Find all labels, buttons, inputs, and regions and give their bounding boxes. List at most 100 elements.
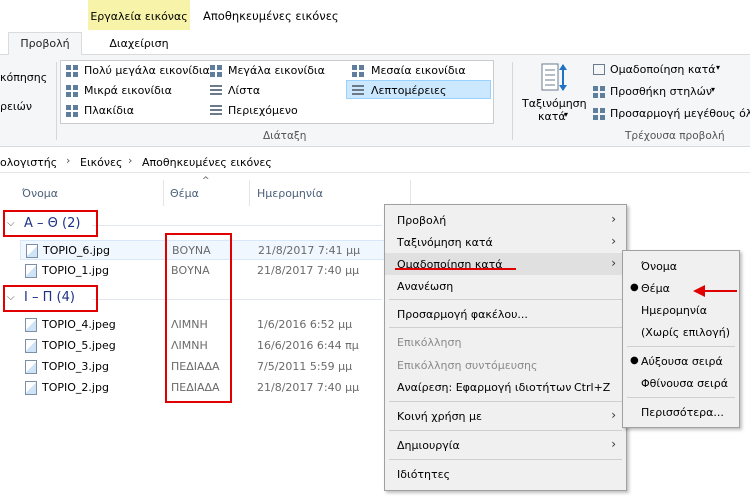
annotation-box-subject (165, 233, 232, 403)
add-columns-icon (593, 86, 607, 98)
submenu-arrow-icon: › (611, 212, 616, 226)
menu-item-new[interactable]: Δημιουργία › (385, 434, 626, 456)
view-small-icons[interactable]: Μικρά εικονίδια (84, 84, 172, 97)
window-title: Αποθηκευμένες εικόνες (203, 9, 339, 23)
file-date: 21/8/2017 7:40 μμ (257, 264, 360, 277)
file-date: 7/5/2011 5:59 μμ (257, 360, 353, 373)
menu-item-refresh[interactable]: Ανανέωση (385, 275, 626, 297)
menu-separator (389, 430, 622, 431)
submenu-item-descending[interactable]: Φθίνουσα σειρά (623, 372, 739, 394)
extra-large-icons-icon (66, 65, 80, 77)
menu-item-sort-by[interactable]: Ταξινόμηση κατά › (385, 231, 626, 253)
submenu-item-ascending[interactable]: ● Αύξουσα σειρά (623, 350, 739, 372)
ribbon-divider (56, 62, 57, 140)
tab-view[interactable]: Προβολή (8, 32, 82, 56)
group-by-submenu: Όνομα ● Θέμα Ημερομηνία (Χωρίς επιλογή) ●… (622, 250, 740, 428)
submenu-item-more[interactable]: Περισσότερα... (623, 401, 739, 423)
submenu-arrow-icon: › (611, 234, 616, 248)
submenu-item-none[interactable]: (Χωρίς επιλογή) (623, 321, 739, 343)
menu-separator (627, 346, 735, 347)
context-menu: Προβολή › Ταξινόμηση κατά › Ομαδοποίηση κα… (384, 204, 627, 491)
column-divider[interactable] (249, 180, 250, 206)
file-date: 21/8/2017 7:40 μμ (257, 381, 360, 394)
sort-by-button-line2[interactable]: κατά (538, 110, 566, 123)
medium-icons-icon (352, 65, 366, 77)
file-name: TOPIO_4.jpeg (42, 318, 116, 331)
submenu-arrow-icon: › (611, 408, 616, 422)
ribbon-divider (512, 62, 513, 140)
menu-separator (389, 401, 622, 402)
annotation-box-group2 (3, 285, 98, 312)
image-file-icon (25, 318, 37, 332)
breadcrumb-pictures[interactable]: Εικόνες (80, 156, 122, 169)
annotation-arrow-icon (693, 285, 737, 297)
view-extra-large-icons[interactable]: Πολύ μεγάλα εικονίδια (84, 64, 210, 77)
group-divider-line (92, 299, 382, 300)
menu-item-paste-shortcut[interactable]: Επικόλληση συντόμευσης (385, 354, 626, 376)
tab-manage[interactable]: Διαχείριση (88, 34, 190, 55)
column-header-date[interactable]: Ημερομηνία (257, 187, 323, 200)
column-divider[interactable] (410, 180, 411, 206)
dropdown-arrow-icon: ▾ (716, 63, 721, 72)
ribbon-cut-label-2: ρειών (0, 100, 33, 113)
file-name: TOPIO_1.jpg (42, 264, 109, 277)
tiles-icon (66, 105, 80, 117)
sort-by-button[interactable]: Ταξινόμηση (522, 97, 587, 110)
view-tiles[interactable]: Πλακίδια (84, 104, 134, 117)
menu-item-group-by[interactable]: Ομαδοποίηση κατά › (385, 253, 626, 275)
breadcrumb-chevron-icon: › (66, 154, 71, 167)
menu-item-undo[interactable]: Αναίρεση: Εφαρμογή ιδιοτήτων Ctrl+Z (385, 376, 626, 398)
file-date: 16/6/2016 6:44 πμ (257, 339, 359, 352)
undo-shortcut: Ctrl+Z (574, 381, 611, 394)
file-name: TOPIO_3.jpg (42, 360, 109, 373)
image-file-icon (26, 244, 38, 258)
column-header-name[interactable]: Όνομα (22, 187, 58, 200)
submenu-item-date[interactable]: Ημερομηνία (623, 299, 739, 321)
file-date: 1/6/2016 6:52 μμ (257, 318, 353, 331)
menu-separator (389, 299, 622, 300)
selected-bullet-icon: ● (630, 355, 639, 366)
menu-item-share[interactable]: Κοινή χρήση με › (385, 405, 626, 427)
view-content[interactable]: Περιεχόμενο (228, 104, 298, 117)
menu-item-properties[interactable]: Ιδιότητες (385, 463, 626, 485)
breadcrumb-computer[interactable]: ολογιστής (0, 156, 57, 169)
small-icons-icon (66, 85, 80, 97)
file-date: 21/8/2017 7:41 μμ (258, 244, 361, 257)
breadcrumb-saved-pictures[interactable]: Αποθηκευμένες εικόνες (142, 156, 272, 169)
view-details[interactable]: Λεπτομέρειες (371, 84, 446, 97)
current-view-group-label: Τρέχουσα προβολή (625, 130, 725, 142)
add-columns-button[interactable]: Προσθήκη στηλών (610, 85, 712, 98)
sort-by-icon (540, 62, 568, 94)
submenu-item-name[interactable]: Όνομα (623, 255, 739, 277)
group-by-icon (593, 64, 605, 75)
menu-separator (389, 459, 622, 460)
dropdown-arrow-icon: ▾ (711, 85, 716, 94)
layout-group-label: Διάταξη (263, 130, 307, 142)
image-file-icon (25, 381, 37, 395)
menu-item-view[interactable]: Προβολή › (385, 209, 626, 231)
group-divider-line (92, 225, 382, 226)
image-file-icon (25, 339, 37, 353)
view-large-icons[interactable]: Μεγάλα εικονίδια (228, 64, 325, 77)
menu-item-customize[interactable]: Προσαρμογή φακέλου... (385, 303, 626, 325)
picture-tools-context-tab: Εργαλεία εικόνας (88, 0, 190, 31)
selected-bullet-icon: ● (630, 282, 639, 293)
view-list[interactable]: Λίστα (228, 84, 260, 97)
submenu-arrow-icon: › (611, 437, 616, 451)
ribbon-cut-label-1: κόπησης (0, 71, 48, 84)
image-file-icon (25, 264, 37, 278)
view-medium-icons[interactable]: Μεσαία εικονίδια (371, 64, 466, 77)
menu-separator (389, 327, 622, 328)
submenu-arrow-icon: › (611, 256, 616, 270)
dropdown-arrow-icon: ▾ (564, 110, 569, 119)
file-name: TOPIO_2.jpg (42, 381, 109, 394)
column-divider[interactable] (163, 180, 164, 206)
size-columns-button[interactable]: Προσαρμογή μεγέθους όλ (610, 107, 750, 120)
context-tab-label: Εργαλεία εικόνας (90, 10, 188, 23)
large-icons-icon (210, 65, 224, 77)
group-by-button[interactable]: Ομαδοποίηση κατά (610, 63, 715, 76)
file-name: TOPIO_6.jpg (43, 244, 110, 257)
menu-item-paste[interactable]: Επικόλληση (385, 331, 626, 353)
address-bar[interactable]: ολογιστής › Εικόνες › Αποθηκευμένες εικό… (0, 151, 750, 173)
column-header-subject[interactable]: Θέμα (170, 187, 199, 200)
